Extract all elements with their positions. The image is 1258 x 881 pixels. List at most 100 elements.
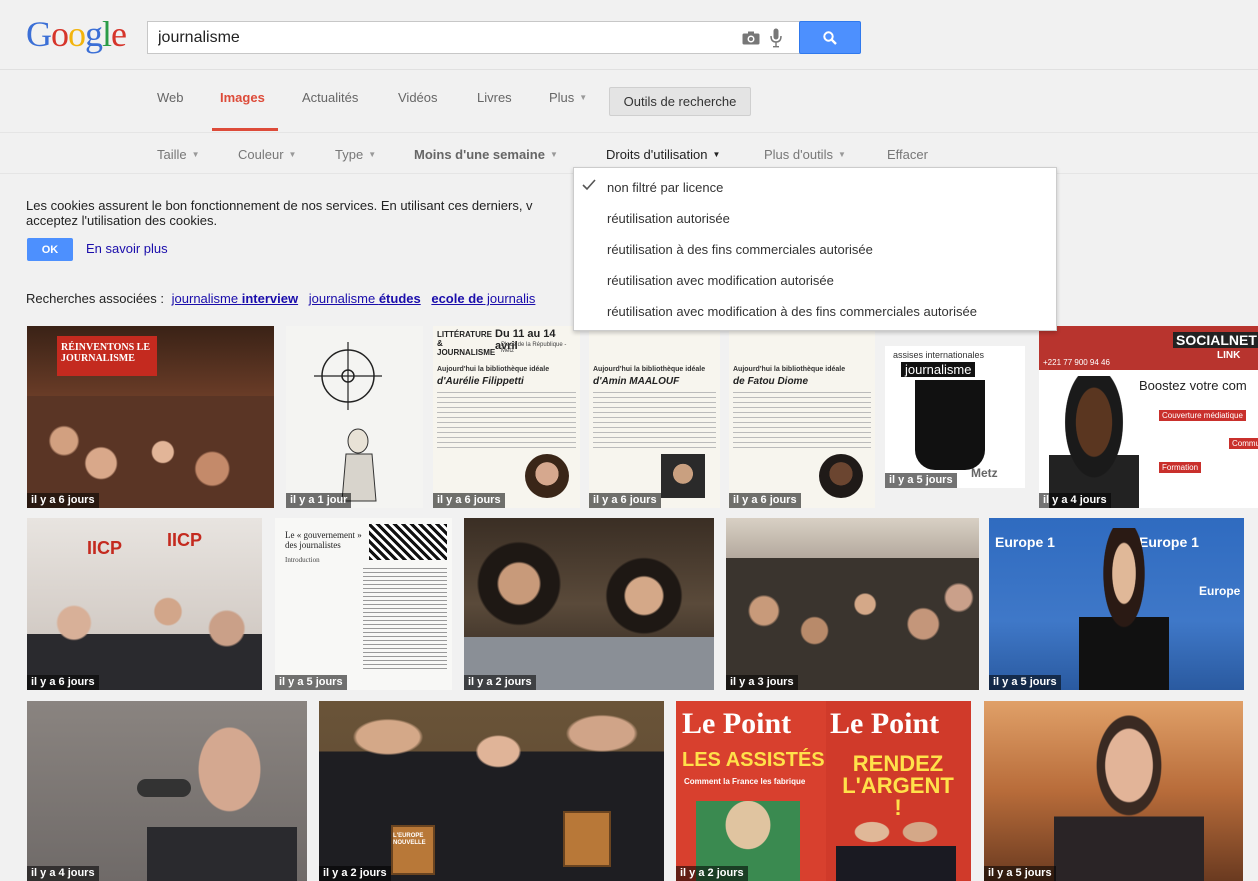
- poster-body: [733, 392, 871, 452]
- banner-text: RÉINVENTONS LE JOURNALISME: [61, 342, 151, 364]
- image-result[interactable]: SOCIALNET LINK +221 77 900 94 46 Boostez…: [1039, 326, 1258, 508]
- image-thumbnail: Aujourd'hui la bibliothèque idéale d'Ami…: [589, 326, 720, 508]
- image-result[interactable]: il y a 3 jours: [726, 518, 979, 690]
- logo-letter: G: [26, 14, 52, 54]
- logo-subtitle: assises internationales: [893, 350, 985, 360]
- cookie-ok-button[interactable]: OK: [27, 238, 73, 261]
- filter-label: Moins d'une semaine: [414, 147, 545, 162]
- poster-header: LITTÉRATURE & JOURNALISME: [437, 330, 496, 357]
- check-icon: [582, 179, 596, 191]
- backdrop-sign: IICP: [167, 530, 203, 550]
- magazine-headline: LES ASSISTÉS: [682, 749, 825, 771]
- filter-clear[interactable]: Effacer: [887, 147, 928, 162]
- related-link-bold: ecole de: [431, 291, 484, 306]
- filter-color[interactable]: Couleur ▼: [238, 147, 296, 162]
- magazine-title: Le Point: [682, 707, 792, 740]
- image-result[interactable]: Le Point LES ASSISTÉS Comment la France …: [676, 701, 971, 881]
- poster-subtitle: Aujourd'hui la bibliothèque idéale: [437, 366, 550, 373]
- book-title: Le « gouvernement » des journalistes: [285, 530, 362, 550]
- image-thumbnail: IICP IICP: [27, 518, 262, 690]
- target-illustration: [314, 342, 382, 502]
- dropdown-item[interactable]: non filtré par licence: [607, 180, 723, 195]
- cookie-notice: Les cookies assurent le bon fonctionneme…: [26, 198, 586, 228]
- book-pattern: [369, 524, 447, 560]
- image-result[interactable]: il y a 4 jours: [27, 701, 307, 881]
- filter-more-tools[interactable]: Plus d'outils ▼: [764, 147, 846, 162]
- google-logo[interactable]: Google: [26, 14, 127, 54]
- related-link[interactable]: ecole de journalis: [431, 291, 535, 306]
- logo-city: Metz: [971, 466, 998, 480]
- search-icon: [823, 30, 837, 45]
- image-result[interactable]: Aujourd'hui la bibliothèque idéale d'Ami…: [589, 326, 720, 508]
- magazine-headline: RENDEZ L'ARGENT !: [842, 751, 954, 820]
- poster-person: de Fatou Diome: [733, 376, 809, 387]
- crowd: [27, 396, 274, 508]
- image-result[interactable]: RÉINVENTONS LE JOURNALISME il y a 6 jour…: [27, 326, 274, 508]
- backdrop-sign: IICP: [87, 538, 123, 558]
- image-result[interactable]: il y a 2 jours: [464, 518, 714, 690]
- dropdown-item[interactable]: réutilisation autorisée: [607, 211, 730, 226]
- filter-time[interactable]: Moins d'une semaine ▼: [414, 147, 558, 162]
- camera-icon[interactable]: [742, 31, 760, 45]
- image-result[interactable]: Aujourd'hui la bibliothèque idéale de Fa…: [729, 326, 875, 508]
- learn-more-link[interactable]: En savoir plus: [86, 241, 168, 256]
- tab-videos[interactable]: Vidéos: [398, 90, 438, 105]
- search-button[interactable]: [799, 21, 861, 54]
- image-thumbnail: SOCIALNET LINK +221 77 900 94 46 Boostez…: [1039, 326, 1258, 508]
- related-label: Recherches associées :: [26, 291, 165, 306]
- dropdown-item[interactable]: réutilisation avec modification à des fi…: [607, 304, 977, 319]
- image-time-label: il y a 5 jours: [984, 866, 1056, 881]
- logo-letter: g: [85, 14, 103, 54]
- image-result[interactable]: LITTÉRATURE & JOURNALISME Du 11 au 14 av…: [433, 326, 580, 508]
- poster-place: Place de la République - Metz: [501, 342, 567, 354]
- ad-person: [1049, 376, 1139, 508]
- tab-plus[interactable]: Plus ▼: [549, 90, 587, 105]
- active-tab-indicator: [212, 128, 278, 131]
- image-time-label: il y a 2 jours: [319, 866, 391, 881]
- image-time-label: il y a 1 jour: [286, 493, 352, 508]
- image-result[interactable]: Europe 1 Europe 1 Europe il y a 5 jours: [989, 518, 1244, 690]
- image-thumbnail: [464, 518, 714, 690]
- image-result[interactable]: IICP IICP il y a 6 jours: [27, 518, 262, 690]
- image-thumbnail: Aujourd'hui la bibliothèque idéale de Fa…: [729, 326, 875, 508]
- search-input[interactable]: [158, 22, 728, 53]
- image-result[interactable]: il y a 1 jour: [286, 326, 423, 508]
- ad-tag: Communication: [1229, 438, 1258, 449]
- logo-title: journalisme: [901, 362, 976, 377]
- filter-label: Type: [335, 147, 364, 162]
- image-result[interactable]: assises internationales journalisme Metz…: [885, 346, 1025, 488]
- image-result[interactable]: Le « gouvernement » des journalistes Int…: [275, 518, 452, 690]
- image-time-label: il y a 6 jours: [589, 493, 661, 508]
- filter-type[interactable]: Type ▼: [335, 147, 376, 162]
- image-thumbnail: assises internationales journalisme Metz: [885, 346, 1025, 488]
- related-link[interactable]: journalisme études: [309, 291, 421, 306]
- person: [1079, 528, 1169, 690]
- people: [27, 578, 262, 690]
- ad-brand-sub: LINK: [1217, 350, 1241, 361]
- filter-size[interactable]: Taille ▼: [157, 147, 200, 162]
- logo-letter: e: [111, 14, 127, 54]
- image-thumbnail: L'EUROPE NOUVELLE: [319, 701, 664, 881]
- tab-actualites[interactable]: Actualités: [302, 90, 358, 105]
- image-result[interactable]: il y a 5 jours: [984, 701, 1243, 881]
- tab-images[interactable]: Images: [220, 90, 265, 105]
- magazine-photo: [836, 811, 956, 881]
- filter-usage-rights[interactable]: Droits d'utilisation ▼: [606, 147, 720, 162]
- search-box: [147, 21, 803, 54]
- dropdown-item[interactable]: réutilisation avec modification autorisé…: [607, 273, 834, 288]
- image-thumbnail: Le « gouvernement » des journalistes Int…: [275, 518, 452, 690]
- tab-web[interactable]: Web: [157, 90, 184, 105]
- related-link-prefix: journalisme: [308, 291, 379, 306]
- search-tools-button[interactable]: Outils de recherche: [609, 87, 751, 116]
- people: [464, 538, 714, 690]
- chevron-down-icon: ▼: [368, 150, 377, 159]
- dropdown-item[interactable]: réutilisation à des fins commerciales au…: [607, 242, 873, 257]
- poster-subtitle: Aujourd'hui la bibliothèque idéale: [733, 366, 846, 373]
- magazine-title: Le Point: [830, 707, 940, 740]
- microphone-icon[interactable]: [770, 28, 782, 48]
- image-result[interactable]: L'EUROPE NOUVELLE il y a 2 jours: [319, 701, 664, 881]
- poster-photo: [819, 454, 863, 498]
- image-thumbnail: LITTÉRATURE & JOURNALISME Du 11 au 14 av…: [433, 326, 580, 508]
- tab-livres[interactable]: Livres: [477, 90, 512, 105]
- related-link[interactable]: journalisme interview: [172, 291, 298, 306]
